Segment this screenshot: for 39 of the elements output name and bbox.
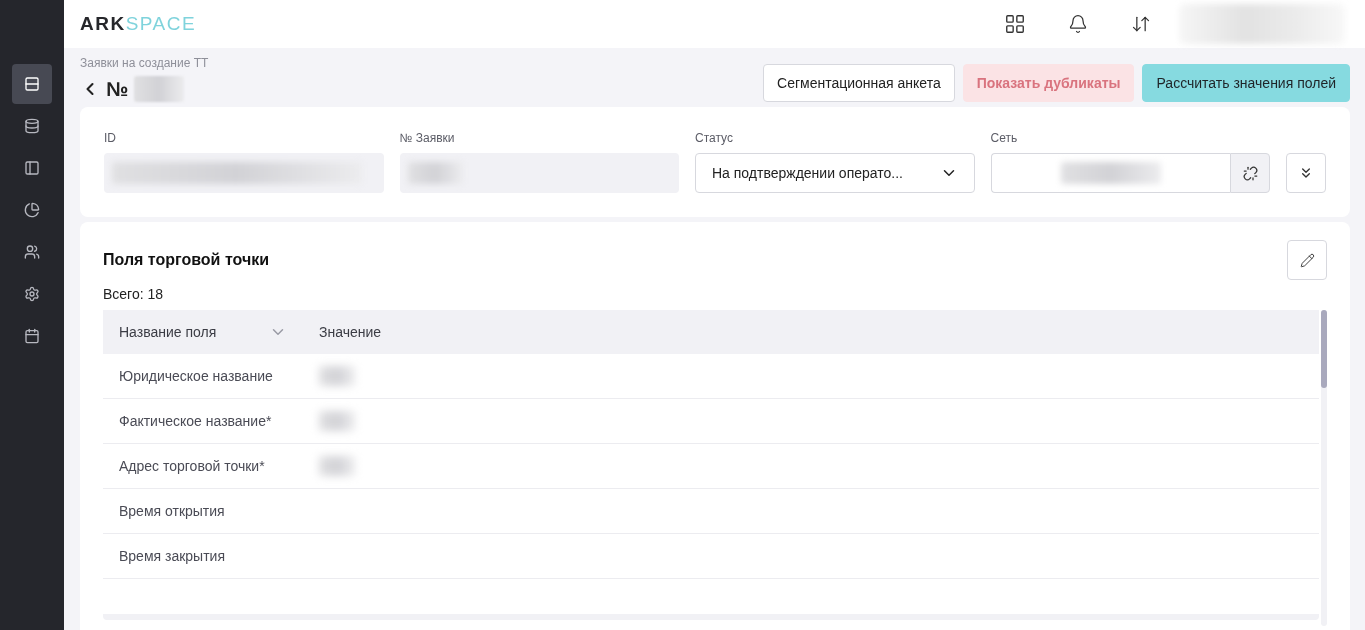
- column-header: Значение: [319, 324, 382, 340]
- pie-chart-icon: [24, 202, 40, 218]
- scrollbar-thumb[interactable]: [1321, 310, 1327, 388]
- action-button[interactable]: Сегментационная анкета: [763, 64, 955, 102]
- database-icon: [24, 118, 40, 134]
- card-title: Поля торговой точки: [103, 251, 270, 269]
- arrows-icon: [1131, 14, 1151, 34]
- settings-icon: [24, 286, 40, 302]
- field-label: Статус: [695, 131, 734, 145]
- breadcrumb: Заявки на создание ТТ: [80, 56, 209, 70]
- table-cell-text: Адрес торговой точки*: [118, 457, 266, 476]
- total-count: Всего: 18: [103, 286, 165, 302]
- field-label: Сеть: [990, 131, 1019, 145]
- table-cell-text: Время открытия: [118, 502, 226, 521]
- panel-icon: [24, 160, 40, 176]
- table-cell-text: Юридическое название: [118, 367, 274, 386]
- redacted-number: [134, 76, 185, 102]
- page-title: №: [106, 77, 129, 101]
- unlink-button[interactable]: [1230, 153, 1270, 193]
- list-icon: [24, 76, 40, 92]
- edit-button[interactable]: [1287, 240, 1327, 280]
- column-header: Название поля: [119, 324, 217, 340]
- logo-text: SPACE: [125, 13, 197, 35]
- field-label: № Заявки: [399, 131, 456, 145]
- calendar-icon: [24, 328, 40, 344]
- redacted-value: [407, 162, 463, 184]
- users-icon: [24, 244, 40, 260]
- action-button[interactable]: Рассчитать значения полей: [1142, 64, 1350, 102]
- pencil-icon: [1299, 252, 1315, 268]
- field-label: ID: [104, 131, 117, 145]
- grid-icon: [1004, 13, 1026, 35]
- table-cell-text: Фактическое название*: [118, 412, 273, 431]
- logo-text: ARK: [80, 13, 126, 35]
- sidebar-item[interactable]: [12, 64, 52, 104]
- status-select[interactable]: На подтверждении операто...: [695, 153, 975, 193]
- table-cell-text: Время закрытия: [118, 547, 226, 566]
- unlink-icon: [1242, 165, 1258, 181]
- bell-icon: [1068, 14, 1088, 34]
- network-field[interactable]: [990, 153, 1230, 193]
